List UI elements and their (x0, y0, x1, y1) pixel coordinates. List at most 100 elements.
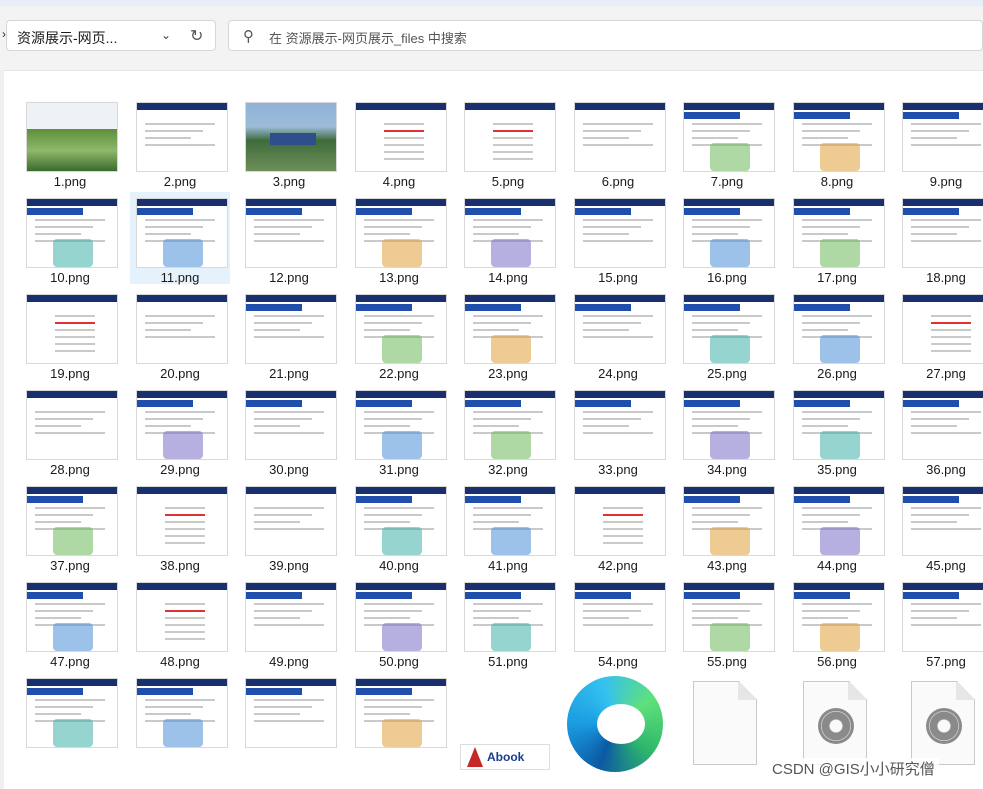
file-item[interactable]: 41.png (458, 480, 558, 573)
file-item[interactable]: 33.png (568, 384, 668, 477)
text-line (165, 542, 205, 544)
file-item[interactable]: 6.png (568, 96, 668, 189)
file-item[interactable]: 27.png (896, 288, 983, 381)
file-item[interactable]: 11.png (130, 192, 230, 285)
file-item[interactable]: 26.png (787, 288, 887, 381)
slide-graphic (491, 527, 531, 555)
text-line (911, 226, 969, 228)
text-line (364, 603, 434, 605)
slide-subheader-bar (465, 592, 521, 599)
abook-logo[interactable]: Abook (460, 744, 550, 770)
file-item[interactable]: 24.png (568, 288, 668, 381)
file-item[interactable]: 55.png (677, 576, 777, 669)
file-name: 12.png (269, 270, 309, 285)
file-item[interactable]: 1.png (20, 96, 120, 189)
file-item[interactable]: 5.png (458, 96, 558, 189)
file-item[interactable]: 2.png (130, 96, 230, 189)
chevron-right-icon[interactable]: › (2, 27, 6, 41)
file-item[interactable]: 19.png (20, 288, 120, 381)
refresh-icon[interactable]: ↻ (190, 26, 203, 46)
file-item[interactable]: 42.png (568, 480, 668, 573)
slide-subheader-bar (684, 304, 740, 311)
search-placeholder[interactable]: 在 资源展示-网页展示_files 中搜索 (269, 28, 467, 47)
address-text: 资源展示-网页... (17, 30, 118, 46)
address-bar[interactable]: 资源展示-网页... ⌄ ↻ (6, 20, 216, 51)
slide-header-bar (137, 487, 227, 494)
file-item[interactable]: 25.png (677, 288, 777, 381)
file-name: 57.png (926, 654, 966, 669)
file-item[interactable]: 10.png (20, 192, 120, 285)
file-thumbnail (136, 198, 228, 268)
text-line (384, 130, 424, 132)
file-item[interactable]: 23.png (458, 288, 558, 381)
text-line (254, 507, 324, 509)
file-item[interactable]: 20.png (130, 288, 230, 381)
file-item[interactable]: 13.png (349, 192, 449, 285)
file-item[interactable]: 17.png (787, 192, 887, 285)
file-item[interactable]: 31.png (349, 384, 449, 477)
file-name: 31.png (379, 462, 419, 477)
file-item[interactable]: 36.png (896, 384, 983, 477)
file-item[interactable]: 29.png (130, 384, 230, 477)
file-item[interactable]: 22.png (349, 288, 449, 381)
file-item[interactable]: 14.png (458, 192, 558, 285)
file-item[interactable] (239, 672, 339, 764)
file-item[interactable]: 16.png (677, 192, 777, 285)
text-line (692, 425, 738, 427)
file-item[interactable]: 30.png (239, 384, 339, 477)
file-item[interactable]: 56.png (787, 576, 887, 669)
file-item[interactable]: 12.png (239, 192, 339, 285)
file-item[interactable]: 51.png (458, 576, 558, 669)
file-item[interactable]: 44.png (787, 480, 887, 573)
file-thumbnail (793, 582, 885, 652)
edge-browser-icon[interactable] (567, 676, 663, 772)
file-item[interactable]: 38.png (130, 480, 230, 573)
text-line (931, 322, 971, 324)
text-line (145, 329, 191, 331)
text-line (802, 617, 848, 619)
file-item[interactable]: 35.png (787, 384, 887, 477)
search-box[interactable]: ⚲ 在 资源展示-网页展示_files 中搜索 (228, 20, 983, 51)
file-item[interactable]: 43.png (677, 480, 777, 573)
file-item[interactable]: 37.png (20, 480, 120, 573)
text-line (145, 418, 203, 420)
text-line (254, 322, 312, 324)
file-item[interactable]: 8.png (787, 96, 887, 189)
file-icon-settings[interactable] (911, 681, 975, 765)
slide-header-bar (794, 487, 884, 494)
file-item[interactable]: 28.png (20, 384, 120, 477)
file-item[interactable]: 21.png (239, 288, 339, 381)
file-item[interactable]: 45.png (896, 480, 983, 573)
file-item[interactable]: 32.png (458, 384, 558, 477)
file-item[interactable]: 57.png (896, 576, 983, 669)
chevron-down-icon[interactable]: ⌄ (161, 28, 171, 42)
file-item[interactable]: 15.png (568, 192, 668, 285)
file-item[interactable] (20, 672, 120, 764)
file-name: 54.png (598, 654, 638, 669)
file-icon-settings[interactable] (803, 681, 867, 765)
text-line (583, 336, 653, 338)
file-item[interactable]: 49.png (239, 576, 339, 669)
file-name: 47.png (50, 654, 90, 669)
file-icon-generic[interactable] (693, 681, 757, 765)
file-item[interactable]: 4.png (349, 96, 449, 189)
slide-header-bar (794, 199, 884, 206)
text-line (583, 603, 653, 605)
file-item[interactable]: 47.png (20, 576, 120, 669)
file-item[interactable]: 50.png (349, 576, 449, 669)
file-item[interactable]: 39.png (239, 480, 339, 573)
file-item[interactable]: 48.png (130, 576, 230, 669)
text-line (692, 329, 738, 331)
file-item[interactable]: 9.png (896, 96, 983, 189)
file-thumbnail (245, 486, 337, 556)
file-item[interactable]: 34.png (677, 384, 777, 477)
file-item[interactable]: 40.png (349, 480, 449, 573)
file-item[interactable]: 7.png (677, 96, 777, 189)
file-item[interactable] (349, 672, 449, 764)
file-item[interactable] (130, 672, 230, 764)
file-item[interactable]: 18.png (896, 192, 983, 285)
file-item[interactable]: 3.png (239, 96, 339, 189)
slide-subheader-bar (137, 688, 193, 695)
text-line (145, 219, 215, 221)
file-item[interactable]: 54.png (568, 576, 668, 669)
